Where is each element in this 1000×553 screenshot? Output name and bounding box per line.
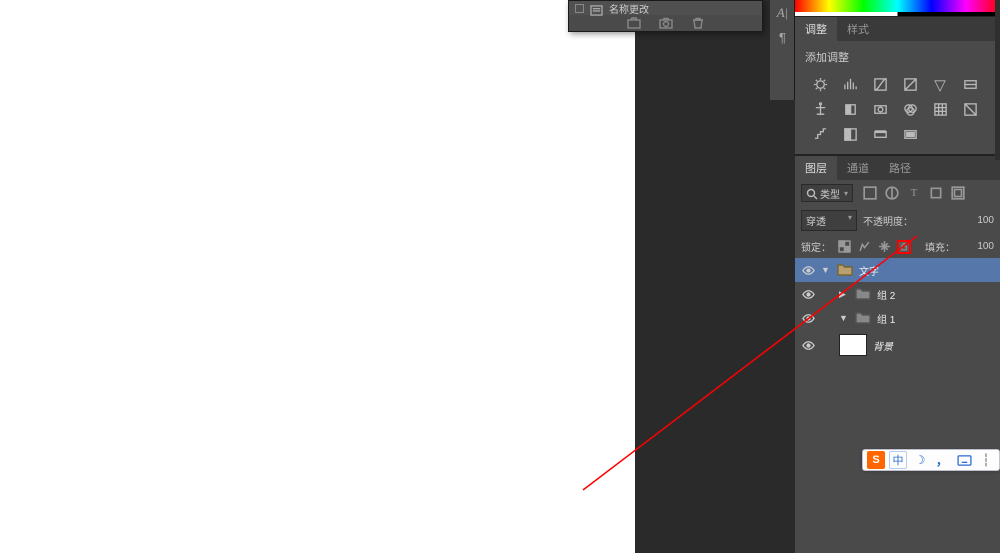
tab-paths[interactable]: 路径 <box>879 156 921 180</box>
lock-pixels-icon[interactable] <box>857 240 871 254</box>
filter-kind-label: 类型 <box>820 186 840 201</box>
blend-mode-dropdown[interactable]: 穿透 ▾ <box>801 210 857 231</box>
layer-row-group-1[interactable]: ▼ 组 1 <box>795 306 1000 330</box>
curves-icon[interactable] <box>871 77 889 92</box>
visibility-toggle[interactable] <box>801 287 815 301</box>
photo-filter-icon[interactable] <box>871 102 889 117</box>
visibility-toggle[interactable] <box>801 263 815 277</box>
paragraph-panel-icon[interactable]: ¶ <box>770 25 795 50</box>
chevron-down-icon: ▾ <box>844 189 848 198</box>
tab-layers[interactable]: 图层 <box>795 156 837 180</box>
snapshot-icon[interactable] <box>626 17 642 30</box>
lock-position-icon[interactable] <box>877 240 891 254</box>
layer-name: 背景 <box>873 338 893 353</box>
lock-label: 锁定： <box>801 239 831 254</box>
scrollbar[interactable] <box>995 0 1000 160</box>
opacity-label: 不透明度： <box>863 213 913 228</box>
ime-toolbar[interactable]: S 中 ☽ ， ┇ <box>862 449 1000 471</box>
search-icon <box>806 187 818 199</box>
tab-adjustments[interactable]: 调整 <box>795 17 837 41</box>
folder-icon <box>855 287 871 301</box>
trash-icon[interactable] <box>690 17 706 30</box>
filter-shape-icon[interactable] <box>929 186 943 200</box>
lock-all-icon[interactable] <box>897 240 911 254</box>
canvas-document[interactable] <box>0 0 635 553</box>
floating-panel: 名称更改 <box>568 0 763 32</box>
floating-panel-title: 名称更改 <box>609 1 649 16</box>
moon-icon[interactable]: ☽ <box>911 451 929 469</box>
layer-filter-row: 类型 ▾ T <box>795 180 1000 206</box>
invert-icon[interactable] <box>961 102 979 117</box>
character-panel-icon[interactable]: A| <box>770 0 795 25</box>
folder-icon <box>837 263 853 277</box>
tab-channels[interactable]: 通道 <box>837 156 879 180</box>
posterize-icon[interactable] <box>811 127 829 142</box>
adjustments-tabs: 调整 样式 <box>795 16 1000 41</box>
layer-row-background[interactable]: 背景 <box>795 330 1000 360</box>
document-icon <box>590 3 603 14</box>
layer-name: 文字 <box>859 263 879 278</box>
opacity-value[interactable]: 100 <box>977 215 994 226</box>
vertical-tool-strip: A| ¶ <box>770 0 795 100</box>
gradient-map-icon[interactable] <box>871 127 889 142</box>
visibility-toggle[interactable] <box>801 338 815 352</box>
adjustments-panel: 添加调整 ▽ <box>795 41 1000 154</box>
ime-lang-badge[interactable]: 中 <box>889 451 907 469</box>
filter-type-icon[interactable]: T <box>907 186 921 200</box>
ime-logo-icon[interactable]: S <box>867 451 885 469</box>
floating-panel-header[interactable]: 名称更改 <box>569 1 762 15</box>
channel-mixer-icon[interactable] <box>901 102 919 117</box>
fill-label: 填充： <box>925 239 955 254</box>
levels-icon[interactable] <box>841 77 859 92</box>
layer-thumbnail <box>839 334 867 356</box>
threshold-icon[interactable] <box>841 127 859 142</box>
layers-section: 图层 通道 路径 类型 ▾ T 穿透 ▾ 不透明度： <box>795 154 1000 360</box>
filter-pixel-icon[interactable] <box>863 186 877 200</box>
filter-adjust-icon[interactable] <box>885 186 899 200</box>
selective-color-icon[interactable] <box>901 127 919 142</box>
lock-transparency-icon[interactable] <box>837 240 851 254</box>
disclosure-triangle[interactable]: ▶ <box>839 289 849 300</box>
punctuation-icon[interactable]: ， <box>933 451 951 469</box>
blend-mode-value: 穿透 <box>806 213 826 228</box>
lock-row: 锁定： 填充： 100 <box>795 235 1000 258</box>
color-lookup-icon[interactable] <box>931 102 949 117</box>
layer-name: 组 2 <box>877 287 895 302</box>
brightness-contrast-icon[interactable] <box>811 77 829 92</box>
folder-icon <box>855 311 871 325</box>
adjustments-label: 添加调整 <box>805 49 990 65</box>
checkbox-icon[interactable] <box>575 4 584 13</box>
floating-panel-footer <box>569 15 762 31</box>
layer-name: 组 1 <box>877 311 895 326</box>
visibility-toggle[interactable] <box>801 311 815 325</box>
color-spectrum[interactable] <box>795 0 1000 12</box>
hue-sat-icon[interactable] <box>961 77 979 92</box>
layer-row-group-text[interactable]: ▼ 文字 <box>795 258 1000 282</box>
filter-smart-icon[interactable] <box>951 186 965 200</box>
layers-tabs: 图层 通道 路径 <box>795 155 1000 180</box>
tab-styles[interactable]: 样式 <box>837 17 879 41</box>
vibrance-icon[interactable]: ▽ <box>931 77 949 92</box>
layer-row-group-2[interactable]: ▶ 组 2 <box>795 282 1000 306</box>
blend-row: 穿透 ▾ 不透明度： 100 <box>795 206 1000 235</box>
camera-icon[interactable] <box>658 17 674 30</box>
layer-list: ▼ 文字 ▶ 组 2 ▼ 组 1 <box>795 258 1000 360</box>
ime-menu-icon[interactable]: ┇ <box>977 451 995 469</box>
chevron-down-icon: ▾ <box>848 213 852 228</box>
color-balance-icon[interactable] <box>811 102 829 117</box>
disclosure-triangle[interactable]: ▼ <box>839 313 849 323</box>
filter-kind-dropdown[interactable]: 类型 ▾ <box>801 184 853 202</box>
fill-value[interactable]: 100 <box>977 241 994 252</box>
disclosure-triangle[interactable]: ▼ <box>821 265 831 275</box>
bw-icon[interactable] <box>841 102 859 117</box>
exposure-icon[interactable] <box>901 77 919 92</box>
keyboard-icon[interactable] <box>955 451 973 469</box>
